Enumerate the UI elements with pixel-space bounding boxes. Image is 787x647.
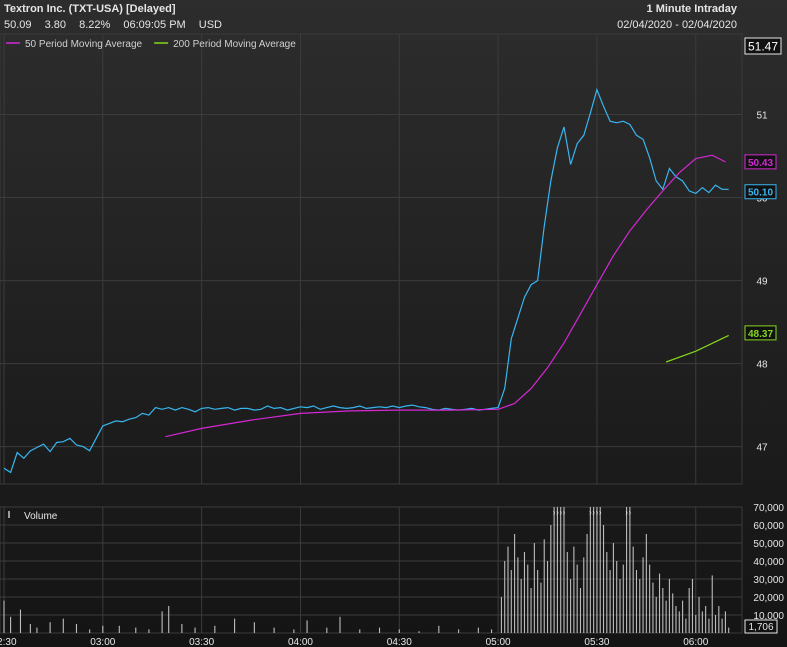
grid [0, 33, 743, 634]
y-tick-label: 51 [756, 111, 768, 122]
legend-entry: 200 Period Moving Average [173, 39, 296, 50]
clipped-volume-marker: › [563, 508, 566, 517]
volume-tick-label: 70,000 [753, 503, 784, 514]
volume-last-label: 1,706 [748, 622, 773, 633]
clipped-volume-marker: › [629, 508, 632, 517]
y-tick-label: 49 [756, 277, 768, 288]
volume-tick-label: 20,000 [753, 593, 784, 604]
volume-title: Volume [24, 511, 58, 522]
axes: 02:30 03:00 03:30 04:00 04:30 05:00 05:30 06:00… [0, 37, 784, 647]
volume-panel [0, 506, 743, 634]
price-last-label: 50.10 [748, 188, 773, 199]
x-tick-label: 04:00 [288, 637, 313, 647]
volume-bars: › › › › › › › › › › [3, 507, 730, 633]
ma200-last-label: 48.37 [748, 329, 773, 340]
x-tick-label: 02:30 [0, 637, 17, 647]
x-tick-label: 03:30 [189, 637, 214, 647]
y-tick-label: 48 [756, 360, 768, 371]
volume-tick-label: 30,000 [753, 575, 784, 586]
x-tick-label: 03:00 [90, 637, 115, 647]
x-tick-label: 06:00 [683, 637, 708, 647]
price-panel [0, 33, 743, 485]
legend-entry: 50 Period Moving Average [25, 39, 143, 50]
x-tick-label: 05:30 [584, 637, 609, 647]
x-tick-label: 04:30 [387, 637, 412, 647]
series-line [665, 334, 729, 363]
clipped-volume-marker: › [599, 508, 602, 517]
price-volume-chart: ›››››››››› 02:3003:0003:3004:0004:3005:0… [0, 33, 784, 647]
volume-tick-label: 60,000 [753, 521, 784, 532]
x-tick-label: 05:00 [486, 637, 511, 647]
volume-bar-icon [8, 511, 10, 518]
y-tick-label: 47 [756, 443, 768, 454]
chart-window: Textron Inc. (TXT-USA) [Delayed] 50.09 3… [0, 0, 787, 647]
volume-tick-label: 40,000 [753, 557, 784, 568]
last-price-label: 51.47 [748, 40, 778, 54]
ma50-last-label: 50.43 [748, 158, 773, 169]
volume-tick-label: 50,000 [753, 539, 784, 550]
